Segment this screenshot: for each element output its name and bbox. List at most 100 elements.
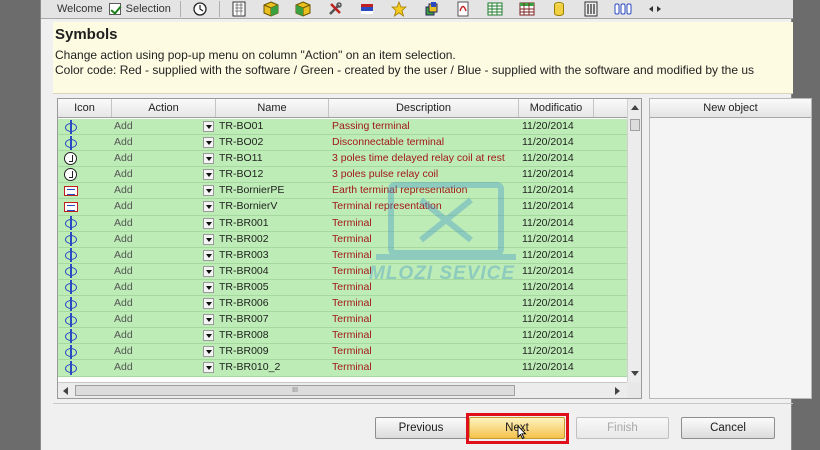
dropdown-arrow-icon[interactable] xyxy=(203,201,214,213)
table-icon[interactable] xyxy=(484,1,506,18)
table-row[interactable]: Add TR-BR008 Terminal 11/20/2014 xyxy=(58,328,641,345)
dropdown-arrow-icon[interactable] xyxy=(203,153,214,165)
dropdown-arrow-icon[interactable] xyxy=(203,169,214,181)
dropdown-arrow-icon[interactable] xyxy=(203,249,214,261)
modification-cell: 11/20/2014 xyxy=(522,264,574,277)
table-row[interactable]: Add TR-BR007 Terminal 11/20/2014 xyxy=(58,312,641,329)
table-row[interactable]: Add TR-BR004 Terminal 11/20/2014 xyxy=(58,263,641,280)
terminal-strip-icon[interactable] xyxy=(612,1,634,18)
action-dropdown[interactable]: Add xyxy=(112,312,216,327)
action-dropdown[interactable]: Add xyxy=(112,199,216,214)
finish-button: Finish xyxy=(576,417,669,439)
stack-icon[interactable] xyxy=(420,1,442,18)
table-row[interactable]: Add TR-BO11 3 poles time delayed relay coi… xyxy=(58,151,641,168)
dropdown-arrow-icon[interactable] xyxy=(203,281,214,293)
pdf-icon[interactable] xyxy=(452,1,474,18)
dropdown-arrow-icon[interactable] xyxy=(203,217,214,229)
dropdown-arrow-icon[interactable] xyxy=(203,265,214,277)
color-code-text: Color code: Red - supplied with the soft… xyxy=(55,63,755,77)
action-value: Add xyxy=(114,248,133,261)
column-header-description[interactable]: Description xyxy=(329,99,519,117)
column-header-name[interactable]: Name xyxy=(216,99,329,117)
action-dropdown[interactable]: Add xyxy=(112,119,216,134)
symbols-grid[interactable]: Icon Action Name Description Modificatio… xyxy=(57,98,642,399)
dropdown-arrow-icon[interactable] xyxy=(203,121,214,132)
cylinder-icon[interactable] xyxy=(548,1,570,18)
earth-icon xyxy=(64,202,78,213)
table-row[interactable]: Add TR-BR002 Terminal 11/20/2014 xyxy=(58,231,641,248)
table-row[interactable]: Add TR-BR003 Terminal 11/20/2014 xyxy=(58,247,641,264)
cube-alt-icon[interactable] xyxy=(292,1,314,18)
table-row[interactable]: Add TR-BornierV Terminal representation 11/… xyxy=(58,199,641,216)
table-row[interactable]: Add TR-BR010_2 Terminal 11/20/2014 xyxy=(58,360,641,377)
action-dropdown[interactable]: Add xyxy=(112,248,216,263)
tab-selection[interactable]: Selection xyxy=(126,3,171,15)
column-header-action[interactable]: Action xyxy=(112,99,216,117)
horizontal-scroll-thumb[interactable]: III xyxy=(75,385,515,396)
column-header-icon[interactable]: Icon xyxy=(58,99,112,117)
horizontal-scrollbar[interactable]: III xyxy=(58,382,627,398)
action-dropdown[interactable]: Add xyxy=(112,151,216,166)
description-cell: Terminal xyxy=(332,264,372,277)
star-icon[interactable] xyxy=(388,1,410,18)
action-dropdown[interactable]: Add xyxy=(112,135,216,150)
row-icon-cell xyxy=(58,199,112,214)
row-icon-cell xyxy=(58,183,112,198)
dropdown-arrow-icon[interactable] xyxy=(203,362,214,374)
previous-button[interactable]: Previous xyxy=(375,417,467,439)
dropdown-arrow-icon[interactable] xyxy=(203,314,214,326)
flag-icon[interactable] xyxy=(356,1,378,18)
grid-page-icon[interactable] xyxy=(228,1,250,18)
modification-cell: 11/20/2014 xyxy=(522,313,574,326)
dropdown-arrow-icon[interactable] xyxy=(203,185,214,197)
column-header-modification[interactable]: Modificatio xyxy=(519,99,594,117)
action-dropdown[interactable]: Add xyxy=(112,167,216,182)
cube-icon[interactable] xyxy=(260,1,282,18)
table-row[interactable]: Add TR-BO02 Disconnectable terminal 11/20/2… xyxy=(58,135,641,152)
dropdown-arrow-icon[interactable] xyxy=(203,233,214,245)
table-row[interactable]: Add TR-BO12 3 poles pulse relay coil 11/20/… xyxy=(58,167,641,184)
table-row[interactable]: Add TR-BornierPE Earth terminal representa… xyxy=(58,183,641,200)
new-object-header[interactable]: New object xyxy=(650,99,811,118)
scroll-down-icon[interactable] xyxy=(631,371,639,376)
scroll-up-icon[interactable] xyxy=(631,105,639,110)
cabinet-icon[interactable] xyxy=(580,1,602,18)
dropdown-arrow-icon[interactable] xyxy=(203,330,214,342)
action-dropdown[interactable]: Add xyxy=(112,280,216,295)
action-dropdown[interactable]: Add xyxy=(112,232,216,247)
action-dropdown[interactable]: Add xyxy=(112,296,216,311)
new-object-panel: New object xyxy=(649,98,812,399)
timer-icon[interactable] xyxy=(189,1,211,18)
vertical-scroll-thumb[interactable] xyxy=(630,119,640,131)
scroll-right-icon[interactable] xyxy=(615,387,620,395)
arrows-icon[interactable] xyxy=(644,1,666,18)
name-cell: TR-BR004 xyxy=(219,264,269,277)
tab-welcome[interactable]: Welcome xyxy=(57,3,103,15)
tab-separator xyxy=(179,1,181,17)
table-row[interactable]: Add TR-BR005 Terminal 11/20/2014 xyxy=(58,279,641,297)
action-dropdown[interactable]: Add xyxy=(112,344,216,359)
name-cell: TR-BR009 xyxy=(219,345,269,358)
name-cell: TR-BornierV xyxy=(219,200,278,213)
action-dropdown[interactable]: Add xyxy=(112,216,216,231)
action-dropdown[interactable]: Add xyxy=(112,264,216,279)
terminal-icon xyxy=(64,344,78,359)
tools-icon[interactable] xyxy=(324,1,346,18)
action-dropdown[interactable]: Add xyxy=(112,328,216,343)
dropdown-arrow-icon[interactable] xyxy=(203,298,214,310)
dropdown-arrow-icon[interactable] xyxy=(203,346,214,358)
table-row[interactable]: Add TR-BO01 Passing terminal 11/20/2014 xyxy=(58,119,641,136)
dropdown-arrow-icon[interactable] xyxy=(203,137,214,149)
table-row[interactable]: Add TR-BR009 Terminal 11/20/2014 xyxy=(58,344,641,361)
scroll-left-icon[interactable] xyxy=(63,387,68,395)
vertical-scrollbar[interactable] xyxy=(627,99,641,382)
cancel-button[interactable]: Cancel xyxy=(681,417,775,439)
instructions-text: Change action using pop-up menu on colum… xyxy=(55,48,456,62)
selection-checkbox[interactable] xyxy=(108,3,121,15)
table-row[interactable]: Add TR-BR001 Terminal 11/20/2014 xyxy=(58,215,641,232)
action-dropdown[interactable]: Add xyxy=(112,183,216,198)
table-row[interactable]: Add TR-BR006 Terminal 11/20/2014 xyxy=(58,296,641,313)
table-alt-icon[interactable] xyxy=(516,1,538,18)
modification-cell: 11/20/2014 xyxy=(522,200,574,213)
action-dropdown[interactable]: Add xyxy=(112,360,216,375)
